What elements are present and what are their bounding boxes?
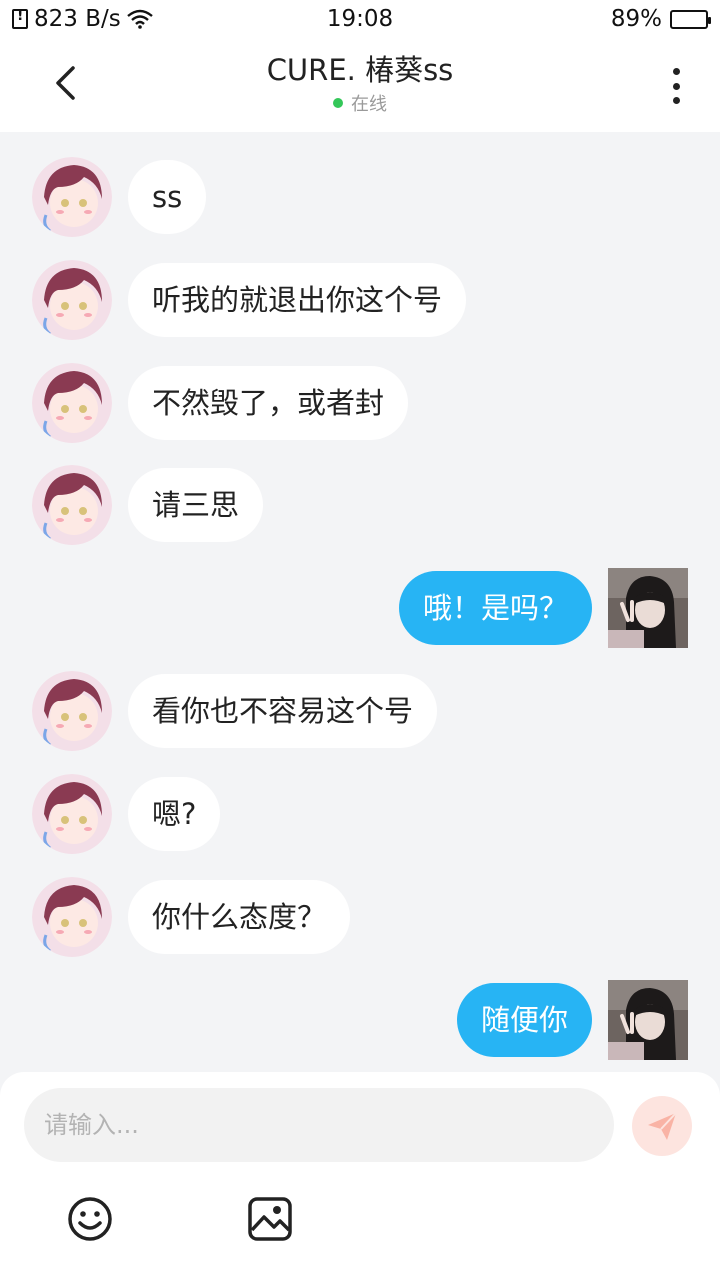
message-row-incoming: 嗯?	[0, 774, 720, 854]
photo-avatar-icon	[608, 980, 688, 1060]
message-bubble-incoming[interactable]: 不然毁了，或者封	[128, 366, 409, 440]
message-bubble-incoming[interactable]: 请三思	[128, 468, 264, 542]
message-row-incoming: ss	[0, 157, 720, 237]
contact-avatar[interactable]	[32, 465, 112, 545]
contact-avatar[interactable]	[32, 363, 112, 443]
anime-avatar-icon	[32, 157, 112, 237]
battery-icon	[670, 9, 711, 29]
contact-avatar[interactable]	[32, 774, 112, 854]
chat-title: CURE. 椿葵ss	[266, 53, 454, 87]
anime-avatar-icon	[32, 260, 112, 340]
anime-avatar-icon	[32, 465, 112, 545]
contact-avatar[interactable]	[32, 671, 112, 751]
contact-avatar[interactable]	[32, 877, 112, 957]
message-bubble-incoming[interactable]: 看你也不容易这个号	[128, 674, 438, 748]
emoji-button[interactable]	[65, 1194, 115, 1244]
message-row-incoming: 不然毁了，或者封	[0, 363, 720, 443]
message-input[interactable]	[24, 1088, 614, 1162]
message-row-incoming: 看你也不容易这个号	[0, 671, 720, 751]
battery-percent: 89%	[610, 6, 662, 32]
message-bubble-incoming[interactable]: ss	[128, 160, 207, 234]
message-row-incoming: 你什么态度？	[0, 877, 720, 957]
composer-panel	[0, 1072, 720, 1280]
message-bubble-incoming[interactable]: 听我的就退出你这个号	[128, 263, 467, 337]
message-row-incoming: 听我的就退出你这个号	[0, 260, 720, 340]
more-dot	[672, 97, 680, 104]
contact-avatar[interactable]	[32, 157, 112, 237]
more-vertical-icon	[672, 68, 680, 75]
status-bar: 823 B/s 19:08 89%	[0, 0, 720, 38]
more-options-button[interactable]	[658, 64, 694, 108]
anime-avatar-icon	[32, 877, 112, 957]
photo-avatar-icon	[608, 568, 688, 648]
user-avatar[interactable]	[608, 980, 688, 1060]
send-button[interactable]	[632, 1096, 692, 1156]
message-row-outgoing: 随便你	[0, 980, 720, 1060]
image-icon	[248, 1197, 292, 1241]
contact-avatar[interactable]	[32, 260, 112, 340]
emoji-icon	[68, 1197, 112, 1241]
presence-label: 在线	[351, 94, 387, 115]
message-bubble-outgoing[interactable]: 哦！是吗？	[398, 571, 592, 645]
anime-avatar-icon	[32, 671, 112, 751]
message-row-outgoing: 哦！是吗？	[0, 568, 720, 648]
message-bubble-incoming[interactable]: 嗯?	[128, 777, 221, 851]
image-button[interactable]	[245, 1194, 295, 1244]
chat-header: CURE. 椿葵ss 在线	[0, 38, 720, 132]
message-row-incoming: 请三思	[0, 465, 720, 545]
send-icon	[648, 1112, 677, 1140]
message-bubble-outgoing[interactable]: 随便你	[456, 983, 592, 1057]
message-bubble-incoming[interactable]: 你什么态度？	[128, 880, 351, 954]
presence-status: 在线	[0, 90, 720, 116]
user-avatar[interactable]	[608, 568, 688, 648]
clock: 19:08	[326, 6, 394, 32]
online-dot-icon	[333, 98, 343, 108]
anime-avatar-icon	[32, 774, 112, 854]
more-dot	[672, 82, 680, 90]
anime-avatar-icon	[32, 363, 112, 443]
